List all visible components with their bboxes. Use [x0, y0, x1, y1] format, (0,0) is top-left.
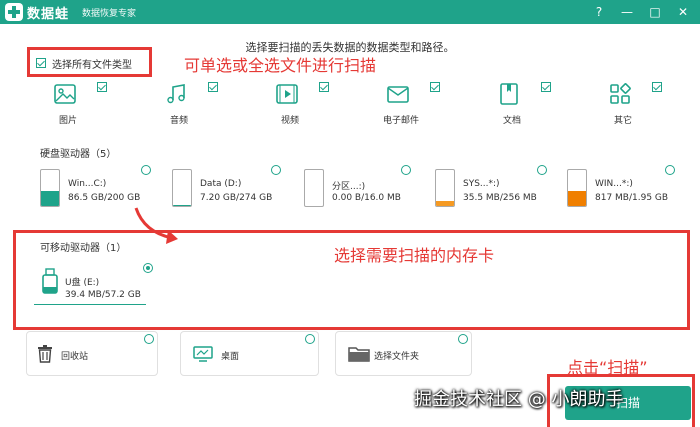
- drive-sys[interactable]: SYS...*:) 35.5 MB/256 MB: [423, 165, 547, 209]
- drive-name: 分区...:): [332, 182, 366, 192]
- close-button[interactable]: ✕: [673, 2, 693, 22]
- drive-win[interactable]: WIN...*:) 817 MB/1.95 GB: [555, 165, 675, 209]
- file-type-label: 音频: [169, 116, 188, 126]
- help-icon[interactable]: ?: [589, 2, 609, 22]
- drive-icon: [435, 169, 455, 207]
- drive-size: 35.5 MB/256 MB: [463, 193, 537, 203]
- file-type-label: 文档: [502, 116, 521, 126]
- location-radio[interactable]: [458, 334, 468, 344]
- select-all-highlight: 选择所有文件类型: [27, 47, 152, 77]
- email-checkbox[interactable]: [430, 82, 440, 92]
- location-radio[interactable]: [144, 334, 154, 344]
- document-icon: [500, 83, 518, 105]
- file-type-label: 其它: [613, 116, 632, 126]
- file-type-other[interactable]: 其它: [583, 78, 669, 129]
- drive-name: WIN...*:): [595, 179, 633, 189]
- file-type-audio[interactable]: 音频: [139, 78, 225, 129]
- title-bar: 数据蛙 数据恢复专家 ? — □ ✕: [0, 0, 700, 24]
- drive-d[interactable]: Data (D:) 7.20 GB/274 GB: [160, 165, 281, 209]
- video-icon: [276, 84, 298, 104]
- drive-radio[interactable]: [537, 165, 547, 175]
- drive-icon: [172, 169, 192, 207]
- location-label: 桌面: [221, 352, 240, 362]
- location-choose-folder[interactable]: 选择文件夹: [335, 331, 472, 376]
- main-panel: 选择要扫描的丢失数据的数据类型和路径。 选择所有文件类型 可单选或全选文件进行扫…: [0, 24, 700, 427]
- drive-usb[interactable]: U盘 (E:) 39.4 MB/57.2 GB: [28, 263, 153, 306]
- usb-radio[interactable]: [143, 263, 153, 273]
- file-type-label: 视频: [280, 116, 299, 126]
- drive-name: Data (D:): [200, 179, 242, 189]
- location-desktop[interactable]: 桌面: [180, 331, 319, 376]
- drive-radio[interactable]: [665, 165, 675, 175]
- desktop-icon: [193, 346, 213, 362]
- image-icon: [54, 84, 76, 104]
- music-icon: [167, 84, 185, 104]
- usb-drive-icon: [42, 268, 58, 294]
- drive-radio[interactable]: [141, 165, 151, 175]
- annotation-card-note: 选择需要扫描的内存卡: [334, 246, 495, 265]
- drive-icon: [40, 169, 60, 207]
- file-type-image[interactable]: 图片: [28, 78, 114, 129]
- file-type-video[interactable]: 视频: [250, 78, 336, 129]
- annotation-select-note: 可单选或全选文件进行扫描: [184, 56, 377, 75]
- other-icon: [610, 83, 631, 104]
- watermark: 掘金技术社区 @ 小朗助手: [414, 389, 624, 410]
- selected-underline: [34, 304, 146, 305]
- audio-checkbox[interactable]: [208, 82, 218, 92]
- location-label: 回收站: [61, 352, 89, 362]
- document-checkbox[interactable]: [541, 82, 551, 92]
- mail-icon: [387, 86, 409, 103]
- drive-c[interactable]: Win...C:) 86.5 GB/200 GB: [28, 165, 151, 209]
- removable-title: 可移动驱动器（1）: [40, 243, 127, 254]
- file-type-label: 图片: [58, 116, 77, 126]
- location-recycle-bin[interactable]: 回收站: [26, 331, 158, 376]
- app-logo-icon: [5, 3, 23, 21]
- drive-radio[interactable]: [271, 165, 281, 175]
- file-type-document[interactable]: 文档: [472, 78, 558, 129]
- file-type-row: 图片 音频 视频 电子邮件 文档 其它: [28, 78, 675, 129]
- drive-partition[interactable]: 分区...:) 0.00 B/16.0 MB: [292, 165, 412, 209]
- drive-name: U盘 (E:): [65, 278, 100, 288]
- video-checkbox[interactable]: [319, 82, 329, 92]
- select-all-label[interactable]: 选择所有文件类型: [52, 56, 132, 71]
- hard-drives-title: 硬盘驱动器（5）: [40, 149, 117, 160]
- maximize-button[interactable]: □: [645, 2, 665, 22]
- drive-size: 39.4 MB/57.2 GB: [65, 290, 141, 300]
- select-all-checkbox[interactable]: [36, 58, 46, 68]
- app-name: 数据蛙: [27, 7, 70, 22]
- location-radio[interactable]: [305, 334, 315, 344]
- location-label: 选择文件夹: [374, 352, 420, 362]
- drive-size: 817 MB/1.95 GB: [595, 193, 669, 203]
- file-type-label: 电子邮件: [382, 116, 419, 126]
- minimize-button[interactable]: —: [617, 2, 637, 22]
- file-type-email[interactable]: 电子邮件: [361, 78, 447, 129]
- folder-icon: [348, 347, 370, 362]
- drive-icon: [304, 169, 324, 207]
- drive-size: 7.20 GB/274 GB: [200, 193, 273, 203]
- drive-size: 0.00 B/16.0 MB: [332, 193, 401, 203]
- drive-name: SYS...*:): [463, 179, 500, 189]
- drive-name: Win...C:): [68, 179, 107, 189]
- drive-radio[interactable]: [401, 165, 411, 175]
- app-subtitle: 数据恢复专家: [82, 9, 137, 19]
- image-checkbox[interactable]: [97, 82, 107, 92]
- drive-icon: [567, 169, 587, 207]
- other-checkbox[interactable]: [652, 82, 662, 92]
- drive-size: 86.5 GB/200 GB: [68, 193, 141, 203]
- trash-icon: [38, 345, 52, 363]
